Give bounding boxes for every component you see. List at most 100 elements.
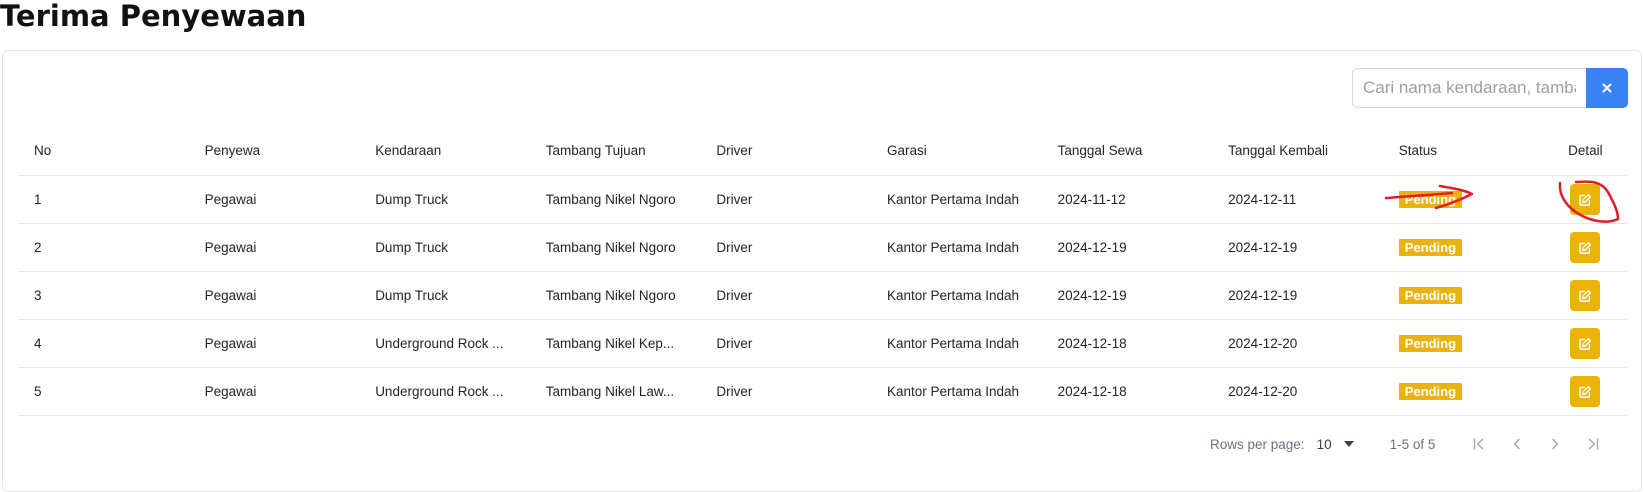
page-title: Terima Penyewaan [0, 0, 307, 33]
cell-status: Pending [1382, 223, 1543, 272]
cell-tanggal-kembali: 2024-12-19 [1212, 223, 1383, 272]
column-header-tanggal-sewa[interactable]: Tanggal Sewa [1041, 126, 1213, 176]
status-badge: Pending [1398, 239, 1463, 256]
cell-garasi: Kantor Pertama Indah [870, 223, 1042, 272]
cell-driver: Driver [700, 319, 871, 368]
cell-penyewa: Pegawai [188, 175, 360, 224]
next-page-button[interactable] [1545, 434, 1565, 454]
detail-button[interactable] [1570, 184, 1601, 215]
detail-button[interactable] [1570, 280, 1601, 311]
cell-driver: Driver [700, 271, 871, 320]
detail-button[interactable] [1570, 328, 1601, 359]
edit-icon [1578, 385, 1592, 399]
cell-garasi: Kantor Pertama Indah [870, 367, 1042, 416]
cell-tambang-tujuan: Tambang Nikel Ngoro [529, 271, 701, 320]
cell-status: Pending [1382, 271, 1543, 320]
cell-tambang-tujuan: Tambang Nikel Ngoro [529, 223, 701, 272]
cell-tanggal-kembali: 2024-12-20 [1212, 319, 1383, 368]
column-header-no[interactable]: No [18, 126, 189, 176]
cell-penyewa: Pegawai [188, 223, 360, 272]
cell-detail [1542, 319, 1628, 368]
cell-kendaraan: Underground Rock ... [359, 319, 530, 368]
edit-icon [1578, 193, 1592, 207]
cell-kendaraan: Dump Truck [359, 175, 530, 224]
cell-driver: Driver [700, 175, 871, 224]
pagination: Rows per page: 10 1-5 of 5 [1210, 432, 1603, 456]
table-row: 4 Pegawai Underground Rock ... Tambang N… [18, 319, 1628, 368]
cell-garasi: Kantor Pertama Indah [870, 175, 1042, 224]
status-badge: Pending [1398, 287, 1463, 304]
cell-tanggal-sewa: 2024-12-19 [1041, 223, 1213, 272]
clear-search-button[interactable] [1586, 68, 1628, 108]
column-header-kendaraan[interactable]: Kendaraan [359, 126, 530, 176]
caret-down-icon [1343, 441, 1354, 447]
chevron-right-icon [1548, 437, 1562, 451]
column-header-detail: Detail [1542, 126, 1628, 176]
cell-no: 3 [18, 271, 189, 320]
edit-icon [1578, 289, 1592, 303]
table-row: 5 Pegawai Underground Rock ... Tambang N… [18, 367, 1628, 416]
cell-tambang-tujuan: Tambang Nikel Ngoro [529, 175, 701, 224]
cell-penyewa: Pegawai [188, 319, 360, 368]
column-header-driver[interactable]: Driver [700, 126, 871, 176]
cell-no: 4 [18, 319, 189, 368]
cell-tanggal-sewa: 2024-12-18 [1041, 367, 1213, 416]
rows-per-page-value: 10 [1316, 436, 1332, 452]
cell-status: Pending [1382, 367, 1543, 416]
detail-button[interactable] [1570, 232, 1601, 263]
cell-garasi: Kantor Pertama Indah [870, 319, 1042, 368]
column-header-tambang-tujuan[interactable]: Tambang Tujuan [529, 126, 701, 176]
cell-driver: Driver [700, 367, 871, 416]
first-page-icon [1472, 437, 1486, 451]
close-icon [1602, 83, 1612, 93]
edit-icon [1578, 241, 1592, 255]
table-row: 3 Pegawai Dump Truck Tambang Nikel Ngoro… [18, 271, 1628, 320]
cell-tanggal-kembali: 2024-12-19 [1212, 271, 1383, 320]
rows-per-page-select[interactable]: 10 [1317, 437, 1354, 452]
cell-tambang-tujuan: Tambang Nikel Law... [529, 367, 701, 416]
status-badge: Pending [1398, 191, 1463, 208]
rows-per-page-label: Rows per page: [1210, 436, 1305, 452]
cell-no: 5 [18, 367, 189, 416]
first-page-button[interactable] [1469, 434, 1489, 454]
cell-detail [1542, 367, 1628, 416]
last-page-button[interactable] [1583, 434, 1603, 454]
cell-tanggal-kembali: 2024-12-11 [1212, 175, 1383, 224]
cell-tanggal-sewa: 2024-12-19 [1041, 271, 1213, 320]
column-header-garasi[interactable]: Garasi [870, 126, 1042, 176]
edit-icon [1578, 337, 1592, 351]
chevron-left-icon [1510, 437, 1524, 451]
previous-page-button[interactable] [1507, 434, 1527, 454]
status-badge: Pending [1398, 383, 1463, 400]
cell-tanggal-sewa: 2024-11-12 [1041, 175, 1213, 224]
cell-penyewa: Pegawai [188, 367, 360, 416]
cell-penyewa: Pegawai [188, 271, 360, 320]
detail-button[interactable] [1570, 376, 1601, 407]
cell-driver: Driver [700, 223, 871, 272]
column-header-tanggal-kembali[interactable]: Tanggal Kembali [1212, 126, 1383, 176]
column-header-penyewa[interactable]: Penyewa [188, 126, 360, 176]
table-row: 1 Pegawai Dump Truck Tambang Nikel Ngoro… [18, 175, 1628, 224]
cell-kendaraan: Dump Truck [359, 271, 530, 320]
search-input[interactable] [1352, 68, 1586, 108]
cell-no: 1 [18, 175, 189, 224]
cell-detail [1542, 223, 1628, 272]
cell-tambang-tujuan: Tambang Nikel Kep... [529, 319, 701, 368]
search-group [1352, 68, 1628, 108]
cell-tanggal-sewa: 2024-12-18 [1041, 319, 1213, 368]
status-badge: Pending [1398, 335, 1463, 352]
rental-table: No Penyewa Kendaraan Tambang Tujuan Driv… [18, 126, 1628, 416]
table-row: 2 Pegawai Dump Truck Tambang Nikel Ngoro… [18, 223, 1628, 272]
cell-detail [1542, 175, 1628, 224]
cell-tanggal-kembali: 2024-12-20 [1212, 367, 1383, 416]
cell-status: Pending [1382, 175, 1543, 224]
column-header-status[interactable]: Status [1382, 126, 1543, 176]
cell-kendaraan: Dump Truck [359, 223, 530, 272]
cell-no: 2 [18, 223, 189, 272]
cell-kendaraan: Underground Rock ... [359, 367, 530, 416]
cell-status: Pending [1382, 319, 1543, 368]
page-range: 1-5 of 5 [1389, 436, 1436, 452]
last-page-icon [1586, 437, 1600, 451]
cell-detail [1542, 271, 1628, 320]
cell-garasi: Kantor Pertama Indah [870, 271, 1042, 320]
